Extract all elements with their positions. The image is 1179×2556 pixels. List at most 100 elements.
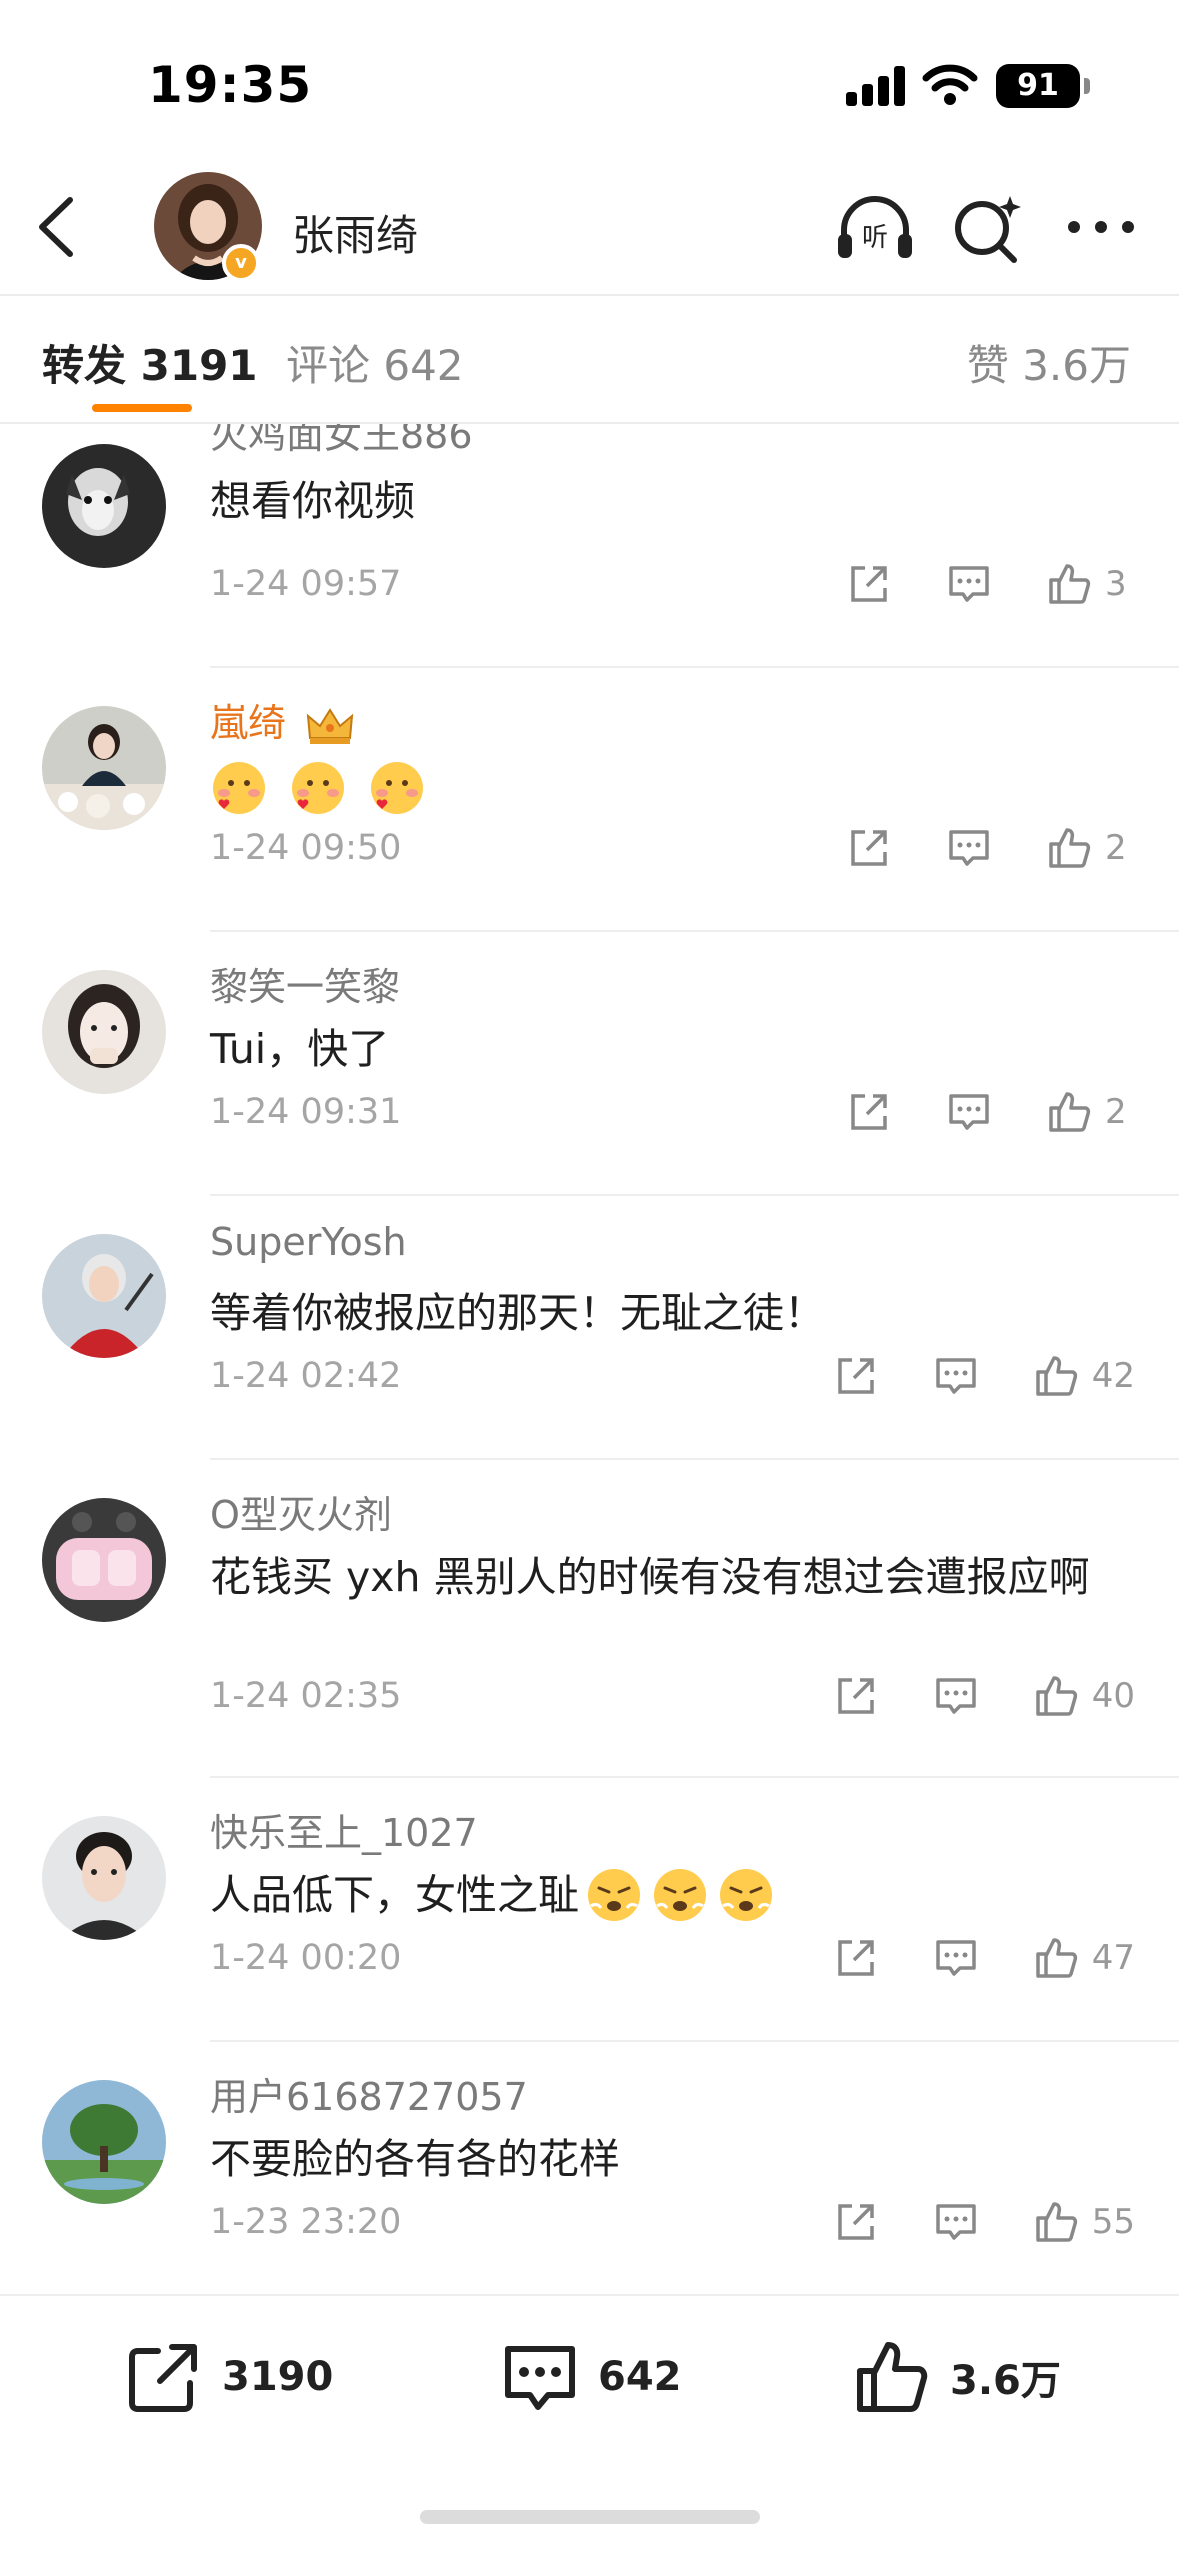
comment-icon[interactable] [932,2198,980,2246]
commenter-name[interactable]: 用户6168727057 [210,2066,528,2121]
back-arrow-icon[interactable] [30,190,90,264]
repost-icon[interactable] [832,2198,880,2246]
post-header: v 张雨绮 听 [0,160,1179,294]
cellular-signal-icon [846,66,908,106]
like-icon[interactable] [1045,1088,1093,1136]
repost-icon[interactable] [845,824,893,872]
comment-text: 想看你视频 [210,477,415,525]
comment-icon[interactable] [932,1352,980,1400]
avatar[interactable] [42,1816,166,1940]
comment-time: 1-24 00:20 [210,1938,402,1978]
comment-text: 人品低下，女性之耻 [210,1871,579,1919]
like-icon[interactable] [1032,1934,1080,1982]
repost-icon [129,2344,197,2412]
repost-button[interactable]: 3190 [124,2332,333,2422]
comment-actions: 47 [832,1928,1135,1988]
tab-likes[interactable]: 赞 3.6万 [967,332,1131,393]
like-count: 42 [1091,1356,1135,1396]
like-count: 47 [1091,1938,1135,1978]
repost-icon[interactable] [845,560,893,608]
huffing-emoji-icon [654,1869,706,1921]
like-icon[interactable] [1032,1352,1080,1400]
comment-body: 人品低下，女性之耻 [210,1862,1110,1928]
heart-eyes-emoji-icon [292,762,345,814]
commenter-name[interactable]: 嵐绮 [210,701,286,745]
repost-count: 3190 [222,2354,334,2400]
repost-list: 火鸡面女王886 想看你视频 1-24 09:57 3 嵐绮 1-24 09:5… [0,424,1179,2294]
comment-icon[interactable] [932,1934,980,1982]
comment-actions: 3 [845,554,1135,614]
comment-text: 等着你被报应的那天！无耻之徒！ [210,1289,825,1337]
comment-button[interactable]: 642 [500,2332,682,2422]
avatar[interactable] [42,706,166,830]
repost-icon[interactable] [832,1934,880,1982]
commenter-name[interactable]: SuperYosh [210,1220,407,1264]
tab-repost[interactable]: 转发 3191 [42,332,258,393]
svg-text:听: 听 [862,223,888,253]
comment-actions: 55 [832,2192,1135,2252]
status-bar: 19:35 91 [0,0,1179,160]
avatar[interactable] [42,970,166,1094]
comment-actions: 2 [845,1082,1135,1142]
comment-time: 1-24 02:35 [210,1676,402,1716]
heart-eyes-emoji-icon [213,762,265,814]
more-options-icon[interactable] [1066,212,1136,242]
like-count: 2 [1105,828,1127,868]
battery-indicator: 91 [996,64,1080,108]
comment-text: Tui，快了 [210,1025,390,1073]
tab-comments[interactable]: 评论 642 [286,332,464,393]
like-count-total: 3.6万 [950,2358,1061,2404]
comment-text: 花钱买 yxh 黑别人的时候有没有想过会遭报应啊 [210,1553,1090,1601]
author-name[interactable]: 张雨绮 [292,202,418,263]
repost-icon[interactable] [832,1672,880,1720]
comment-icon[interactable] [945,824,993,872]
repost-icon[interactable] [845,1088,893,1136]
comment-actions: 2 [845,818,1135,878]
list-item: O型灭火剂 花钱买 yxh 黑别人的时候有没有想过会遭报应啊 1-24 02:3… [0,1460,1179,1778]
thumbs-up-icon [857,2342,928,2412]
like-icon[interactable] [1032,2198,1080,2246]
battery-tip [1084,78,1090,94]
like-icon[interactable] [1032,1672,1080,1720]
bottom-action-bar: 3190 642 3.6万 [0,2294,1179,2556]
list-item: 用户6168727057 不要脸的各有各的花样 1-23 23:20 55 [0,2042,1179,2294]
status-time: 19:35 [148,56,313,114]
comment-text: 不要脸的各有各的花样 [210,2135,620,2183]
comment-bubble-icon [505,2346,575,2410]
wifi-icon [922,64,978,105]
search-icon[interactable] [950,190,1024,264]
huffing-emoji-icon [588,1869,640,1921]
like-count: 3 [1105,564,1127,604]
avatar[interactable] [42,2080,166,2204]
commenter-name[interactable]: 黎笑一笑黎 [210,956,400,1011]
like-icon[interactable] [1045,824,1093,872]
huffing-emoji-icon [720,1869,772,1921]
comment-emoji-row [210,752,1110,818]
comment-icon[interactable] [932,1672,980,1720]
commenter-name[interactable]: 快乐至上_1027 [210,1802,478,1857]
comment-icon[interactable] [945,1088,993,1136]
list-item: 火鸡面女王886 想看你视频 1-24 09:57 3 [0,424,1179,668]
listen-headphones-icon[interactable]: 听 [834,190,916,264]
comment-count: 642 [598,2354,682,2400]
crown-badge-icon [306,707,354,744]
like-icon[interactable] [1045,560,1093,608]
avatar[interactable] [42,444,166,568]
comment-actions: 40 [832,1666,1135,1726]
home-indicator[interactable] [420,2510,760,2524]
comment-time: 1-24 09:50 [210,828,402,868]
like-count: 40 [1091,1676,1135,1716]
comment-time: 1-24 02:42 [210,1356,402,1396]
like-button[interactable]: 3.6万 [852,2332,1061,2422]
list-item: 黎笑一笑黎 Tui，快了 1-24 09:31 2 [0,932,1179,1196]
avatar[interactable] [42,1234,166,1358]
list-item: SuperYosh 等着你被报应的那天！无耻之徒！ 1-24 02:42 42 [0,1196,1179,1460]
commenter-name[interactable]: 火鸡面女王886 [210,424,473,459]
like-count: 2 [1105,1092,1127,1132]
list-item: 嵐绮 1-24 09:50 2 [0,668,1179,932]
repost-icon[interactable] [832,1352,880,1400]
comment-icon[interactable] [945,560,993,608]
avatar[interactable] [42,1498,166,1622]
verified-badge-icon: v [222,244,260,282]
commenter-name[interactable]: O型灭火剂 [210,1484,392,1539]
